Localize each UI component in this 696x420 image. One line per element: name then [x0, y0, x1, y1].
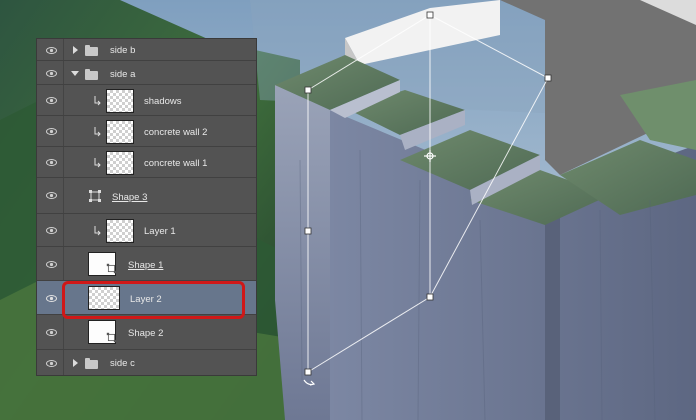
eye-icon[interactable]	[46, 70, 57, 77]
chevron-right-icon[interactable]	[73, 46, 78, 54]
layer-label: Shape 2	[128, 328, 164, 339]
eye-icon[interactable]	[46, 97, 57, 104]
clipping-arrow-icon	[94, 127, 101, 137]
folder-icon	[85, 45, 98, 56]
layer-row-concrete-wall-2[interactable]: concrete wall 2	[37, 116, 256, 147]
layer-thumbnail	[106, 89, 134, 113]
layer-row-side-a[interactable]: side a	[37, 61, 256, 85]
selection-highlight	[62, 281, 245, 319]
eye-icon[interactable]	[46, 192, 57, 199]
eye-icon[interactable]	[46, 329, 57, 336]
layer-thumbnail	[106, 120, 134, 144]
layer-label: side b	[110, 45, 136, 56]
clipping-arrow-icon	[94, 96, 101, 106]
layer-label: side a	[110, 69, 136, 80]
layer-row-shadows[interactable]: shadows	[37, 85, 256, 116]
eye-icon[interactable]	[46, 261, 57, 268]
layer-row-layer-1[interactable]: Layer 1	[37, 214, 256, 247]
layer-label: Shape 3	[112, 192, 148, 203]
vector-shape-icon	[106, 263, 117, 274]
eye-icon[interactable]	[46, 295, 57, 302]
vector-shape-icon	[89, 190, 101, 202]
layer-label: shadows	[144, 96, 182, 107]
chevron-right-icon[interactable]	[73, 359, 78, 367]
layer-row-shape-3[interactable]: Shape 3	[37, 178, 256, 214]
layer-row-shape-2[interactable]: Shape 2	[37, 315, 256, 350]
layer-label: Layer 1	[144, 226, 176, 237]
layer-label: concrete wall 2	[144, 127, 208, 138]
vector-shape-icon	[106, 332, 117, 343]
layer-row-side-c[interactable]: side c	[37, 350, 256, 375]
layer-row-side-b[interactable]: side b	[37, 39, 256, 61]
layer-label: concrete wall 1	[144, 158, 208, 169]
folder-icon	[85, 358, 98, 369]
chevron-down-icon[interactable]	[71, 71, 79, 76]
eye-icon[interactable]	[46, 47, 57, 54]
eye-icon[interactable]	[46, 159, 57, 166]
eye-icon[interactable]	[46, 128, 57, 135]
layer-row-shape-1[interactable]: Shape 1	[37, 247, 256, 281]
layers-panel: side b side a shadows concrete wall 2 co…	[36, 38, 257, 376]
layer-label: Shape 1	[128, 260, 164, 271]
clipping-arrow-icon	[94, 226, 101, 236]
layer-label: side c	[110, 358, 135, 369]
clipping-arrow-icon	[94, 158, 101, 168]
layer-thumbnail	[106, 219, 134, 243]
eye-icon[interactable]	[46, 227, 57, 234]
layer-thumbnail	[106, 151, 134, 175]
layer-row-concrete-wall-1[interactable]: concrete wall 1	[37, 147, 256, 178]
folder-icon	[85, 69, 98, 80]
eye-icon[interactable]	[46, 360, 57, 367]
